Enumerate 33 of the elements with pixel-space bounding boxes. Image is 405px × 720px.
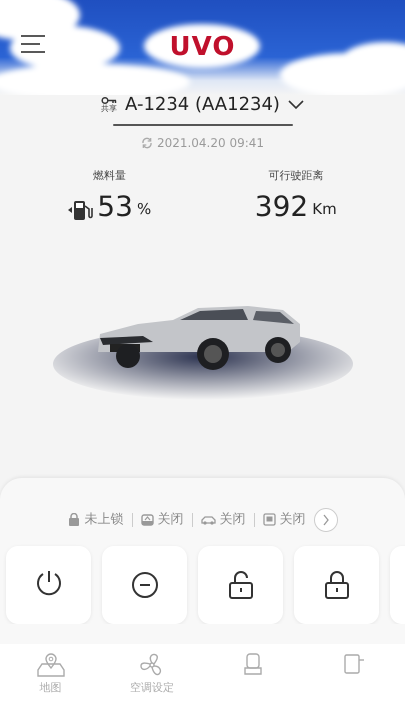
lock-icon xyxy=(68,513,80,527)
action-tile[interactable] xyxy=(198,546,283,624)
nav-tab[interactable]: 地图 xyxy=(10,652,91,720)
status-text: 未上锁 xyxy=(84,511,124,530)
action-tile[interactable] xyxy=(102,546,187,624)
stat-value: 392 xyxy=(254,192,308,220)
nav-tab[interactable]: 空调设定 xyxy=(112,652,192,720)
trunk-icon xyxy=(140,513,154,527)
action-tile[interactable] xyxy=(294,546,379,624)
chevron-right-icon xyxy=(322,514,330,526)
key-icon xyxy=(101,96,118,105)
unlocked-padlock-icon xyxy=(226,571,254,599)
stat-unit: Km xyxy=(312,199,337,220)
logo: UVO xyxy=(170,31,236,64)
refresh-icon[interactable] xyxy=(140,137,153,149)
padlock-icon xyxy=(322,571,350,599)
stat-label: 燃料量 xyxy=(92,168,126,184)
chevron-down-icon xyxy=(288,100,304,110)
status-text: 关闭 xyxy=(220,511,246,530)
more-button[interactable] xyxy=(314,508,338,532)
window-icon xyxy=(262,513,276,527)
minus-circle-icon xyxy=(130,571,158,599)
vehicle-selector[interactable]: A-1234 (AA1234) xyxy=(125,91,304,118)
status-text: 关闭 xyxy=(280,511,306,530)
stat-unit: % xyxy=(136,199,152,220)
fuel-pump-icon xyxy=(67,198,94,220)
update-time: 2021.04.20 09:41 xyxy=(156,135,264,152)
status-text: 关闭 xyxy=(158,511,184,530)
stat-value: 53 xyxy=(97,192,133,220)
share-label: 共享 xyxy=(101,105,118,113)
action-tile[interactable] xyxy=(6,546,91,624)
menu-icon[interactable] xyxy=(20,34,46,54)
stat-label: 可行驶距离 xyxy=(268,168,324,184)
